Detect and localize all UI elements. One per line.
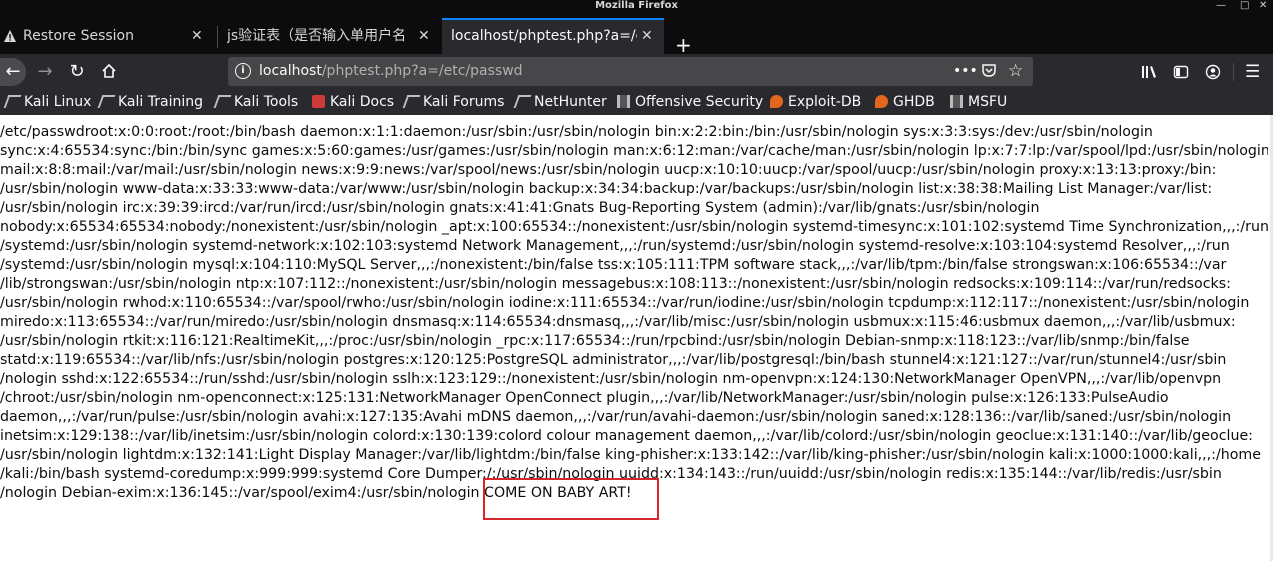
- library-icon[interactable]: [1141, 58, 1159, 86]
- url-host: localhost: [259, 63, 322, 79]
- output-line: /usr/sbin/nologin irc:x:39:39:ircd:/var/…: [0, 200, 1040, 216]
- sidebar-icon[interactable]: [1173, 58, 1189, 86]
- exploit-db-icon: [875, 95, 888, 108]
- bookmark-nethunter[interactable]: NetHunter: [513, 90, 607, 115]
- reload-icon[interactable]: ↻: [66, 58, 88, 86]
- tab-close-icon[interactable]: ✕: [418, 18, 430, 54]
- bookmark-exploit-db[interactable]: Exploit-DB: [770, 90, 861, 115]
- tab-strip: Restore Session ✕ js验证表（是否输入单用户名 ✕ local…: [0, 13, 1273, 57]
- window-close-icon[interactable]: ✕: [1259, 0, 1267, 11]
- bookmark-kali-tools[interactable]: Kali Tools: [213, 90, 299, 115]
- bookmark-label: Exploit-DB: [788, 94, 862, 110]
- kali-dragon-icon: [213, 95, 232, 108]
- tab-js-validation[interactable]: js验证表（是否输入单用户名 ✕: [219, 18, 439, 54]
- maximize-icon[interactable]: □: [1240, 0, 1249, 11]
- kali-dragon-icon: [513, 95, 532, 108]
- tab-label: Restore Session: [23, 28, 134, 44]
- kali-dragon-icon: [3, 95, 22, 108]
- output-line: /systemd:/usr/sbin/nologin systemd-netwo…: [0, 238, 1230, 254]
- bookmark-label: Offensive Security: [635, 94, 764, 110]
- kali-dragon-icon: [402, 95, 421, 108]
- bookmark-kali-linux[interactable]: Kali Linux: [3, 90, 92, 115]
- kali-dragon-icon: [97, 95, 116, 108]
- output-line: statd:x:119:65534::/var/lib/nfs:/usr/sbi…: [0, 352, 1227, 368]
- navigation-toolbar: ← → ↻ i localhost/phptest.php?a=/etc/pas…: [0, 54, 1273, 90]
- account-icon[interactable]: [1205, 58, 1221, 86]
- bookmark-star-icon[interactable]: ☆: [1008, 57, 1023, 86]
- site-info-icon[interactable]: i: [235, 63, 251, 79]
- bookmark-offensive-security[interactable]: Offensive Security: [617, 90, 763, 115]
- output-line: mail:x:8:8:mail:/var/mail:/usr/sbin/nolo…: [0, 162, 1217, 178]
- output-line: /usr/sbin/nologin rtkit:x:116:121:Realti…: [0, 333, 1190, 349]
- output-line: /usr/sbin/nologin www-data:x:33:33:www-d…: [0, 181, 1213, 197]
- output-line: /usr/sbin/nologin lightdm:x:132:141:Ligh…: [0, 447, 1261, 463]
- url-bar[interactable]: i localhost/phptest.php?a=/etc/passwd ••…: [228, 57, 1033, 86]
- pocket-icon[interactable]: [981, 57, 997, 86]
- bookmark-kali-training[interactable]: Kali Training: [97, 90, 203, 115]
- bookmark-label: Kali Forums: [423, 94, 505, 110]
- output-line: /chroot:/usr/sbin/nologin nm-openconnect…: [0, 390, 1169, 406]
- exploit-db-icon: [770, 95, 783, 108]
- highlight-annotation-box: [483, 478, 659, 520]
- tab-separator: [217, 26, 218, 48]
- offsec-icon: [950, 95, 963, 108]
- page-actions-icon[interactable]: •••: [953, 57, 978, 86]
- output-line: daemon,,,:/var/run/pulse:/usr/sbin/nolog…: [0, 409, 1232, 425]
- bookmark-msfu[interactable]: MSFU: [950, 90, 1007, 115]
- tab-label: js验证表（是否输入单用户名: [227, 28, 407, 44]
- output-line: /usr/sbin/nologin rwhod:x:110:65534::/va…: [0, 295, 1250, 311]
- output-line: nobody:x:65534:65534:nobody:/nonexistent…: [0, 219, 1268, 235]
- output-line: miredo:x:113:65534::/var/run/miredo:/usr…: [0, 314, 1236, 330]
- bookmark-label: GHDB: [893, 94, 935, 110]
- bookmark-label: Kali Tools: [234, 94, 299, 110]
- url-path: /phptest.php?a=/etc/passwd: [321, 63, 523, 79]
- bookmark-label: Kali Docs: [330, 94, 395, 110]
- output-line: /etc/passwdroot:x:0:0:root:/root:/bin/ba…: [0, 124, 1153, 140]
- home-icon[interactable]: [98, 58, 120, 86]
- window-titlebar: Mozilla Firefox — □ ✕: [0, 0, 1273, 13]
- window-title: Mozilla Firefox: [595, 0, 678, 11]
- offsec-icon: [617, 95, 630, 108]
- output-line: sync:x:4:65534:sync:/bin:/bin/sync games…: [0, 143, 1268, 159]
- output-line: /nologin sshd:x:122:65534::/run/sshd:/us…: [0, 371, 1222, 387]
- bookmark-ghdb[interactable]: GHDB: [875, 90, 935, 115]
- bookmark-label: Kali Training: [118, 94, 203, 110]
- tab-restore-session[interactable]: Restore Session ✕: [0, 18, 215, 54]
- tab-phptest[interactable]: localhost/phptest.php?a=/etc ✕: [442, 18, 664, 54]
- bookmark-kali-forums[interactable]: Kali Forums: [402, 90, 505, 115]
- warning-icon: [4, 30, 16, 42]
- back-arrow-icon[interactable]: ←: [0, 58, 26, 86]
- output-line: inetsim:x:129:138::/var/lib/inetsim:/usr…: [0, 428, 1253, 444]
- toolbar-separator: [1233, 63, 1234, 81]
- bookmark-label: NetHunter: [534, 94, 607, 110]
- kali-docs-icon: [312, 95, 325, 108]
- bookmarks-toolbar: Kali Linux Kali Training Kali Tools Kali…: [0, 90, 1273, 115]
- forward-arrow-icon[interactable]: →: [34, 58, 56, 86]
- output-line: /lib/strongswan:/usr/sbin/nologin ntp:x:…: [0, 276, 1231, 292]
- passwd-output: /etc/passwdroot:x:0:0:root:/root:/bin/ba…: [0, 123, 1268, 503]
- page-content: /etc/passwdroot:x:0:0:root:/root:/bin/ba…: [0, 115, 1273, 561]
- tab-label: localhost/phptest.php?a=/etc: [451, 28, 637, 44]
- tab-close-icon[interactable]: ✕: [191, 18, 203, 54]
- minimize-icon[interactable]: —: [1216, 0, 1226, 11]
- bookmark-label: MSFU: [968, 94, 1008, 110]
- hamburger-menu-icon[interactable]: ☰: [1245, 58, 1260, 86]
- output-line: /systemd:/usr/sbin/nologin mysql:x:104:1…: [0, 257, 1227, 273]
- bookmark-kali-docs[interactable]: Kali Docs: [312, 90, 394, 115]
- tab-close-icon[interactable]: ✕: [641, 20, 653, 52]
- bookmark-label: Kali Linux: [24, 94, 92, 110]
- url-text[interactable]: localhost/phptest.php?a=/etc/passwd: [259, 57, 523, 86]
